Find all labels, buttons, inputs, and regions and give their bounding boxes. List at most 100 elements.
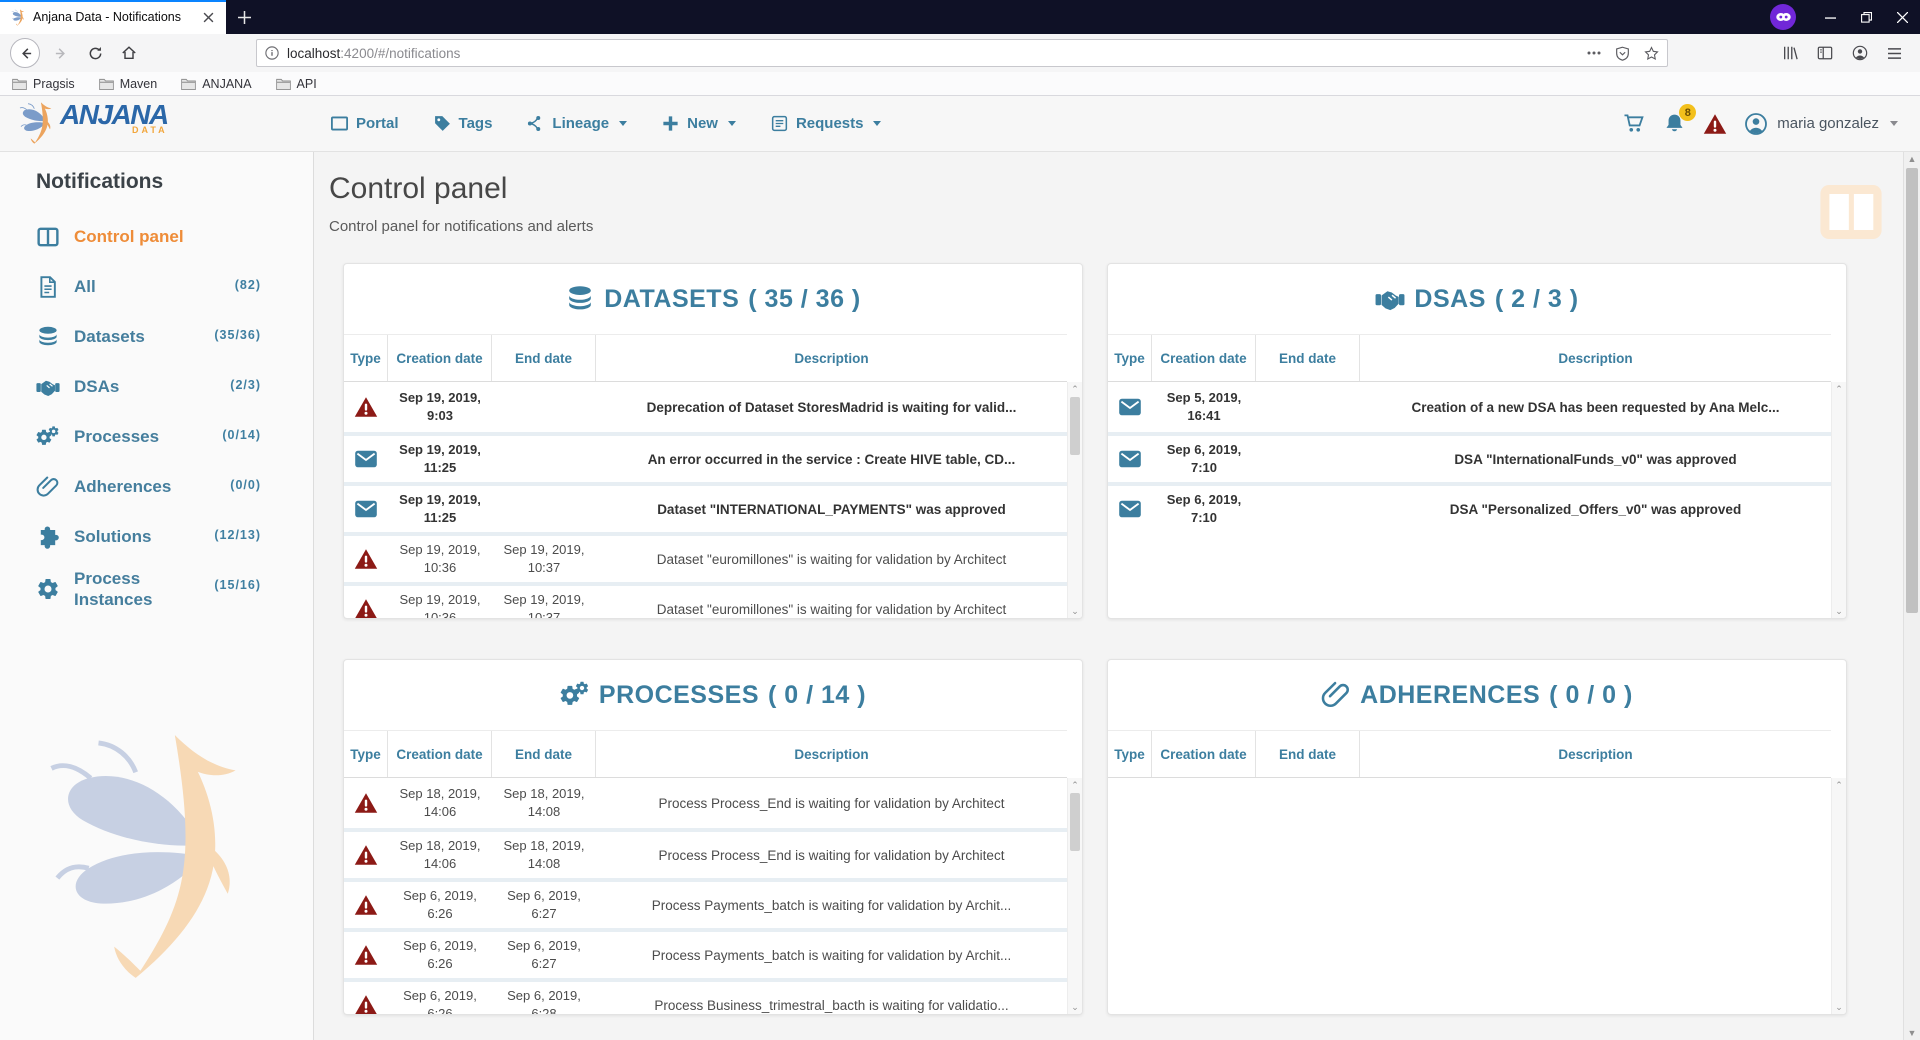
notification-row[interactable]: Sep 6, 2019, 6:26 Sep 6, 2019, 6:27 Proc… — [344, 878, 1067, 928]
creation-date: Sep 19, 2019, 11:25 — [388, 491, 492, 526]
nav-portal[interactable]: Portal — [330, 114, 399, 133]
card-scrollbar[interactable]: ⌃ ⌄ — [1831, 778, 1846, 1014]
reload-button[interactable] — [80, 38, 110, 68]
notification-row[interactable]: Sep 6, 2019, 7:10 DSA "Personalized_Offe… — [1108, 482, 1831, 532]
browser-toolbar: localhost:4200/#/notifications — [0, 34, 1920, 72]
bookmark-maven[interactable]: Maven — [99, 77, 158, 91]
sidebar-item-adherences[interactable]: Adherences(0/0) — [0, 462, 313, 512]
notification-row[interactable]: Sep 6, 2019, 7:10 DSA "InternationalFund… — [1108, 432, 1831, 482]
scroll-up-icon[interactable]: ⌃ — [1832, 779, 1846, 791]
requests-icon — [770, 114, 789, 133]
account-icon[interactable] — [1852, 45, 1868, 61]
nav-tags[interactable]: Tags — [433, 114, 493, 133]
card-title: DATASETS — [604, 285, 739, 314]
user-avatar-icon[interactable] — [1744, 112, 1768, 136]
notification-description: Process Business_trimestral_bacth is wai… — [596, 998, 1067, 1013]
new-tab-button[interactable] — [226, 0, 262, 34]
sidebars-icon[interactable] — [1817, 45, 1833, 61]
scroll-down-icon[interactable]: ⌄ — [1068, 1001, 1082, 1013]
user-menu-caret-icon[interactable] — [1890, 121, 1898, 126]
scroll-up-icon[interactable]: ▲ — [1904, 153, 1920, 165]
url-text[interactable]: localhost:4200/#/notifications — [287, 46, 1587, 61]
end-date: Sep 6, 2019, 6:28 — [492, 987, 596, 1015]
item-count: (82) — [235, 278, 261, 292]
window-minimize-button[interactable] — [1812, 0, 1848, 34]
sidebar-item-solutions[interactable]: Solutions(12/13) — [0, 512, 313, 562]
paperclip-icon — [36, 475, 60, 499]
pocket-shield-icon[interactable] — [1615, 46, 1630, 61]
site-info-icon[interactable] — [265, 46, 279, 60]
nav-lineage[interactable]: Lineage — [526, 114, 627, 133]
puzzle-icon — [36, 525, 60, 549]
notification-row[interactable]: Sep 19, 2019, 11:25 Dataset "INTERNATION… — [344, 482, 1067, 532]
notification-row[interactable]: Sep 19, 2019, 10:36 Sep 19, 2019, 10:37 … — [344, 582, 1067, 619]
scroll-down-icon[interactable]: ⌄ — [1832, 605, 1846, 617]
sidebar-item-process-instances[interactable]: Process Instances(15/16) — [0, 562, 313, 617]
forward-button[interactable] — [46, 38, 76, 68]
bookmark-pragsis[interactable]: Pragsis — [12, 77, 75, 91]
notification-row[interactable]: Sep 19, 2019, 9:03 Deprecation of Datase… — [344, 382, 1067, 432]
library-icon[interactable] — [1782, 45, 1798, 61]
bookmark-star-icon[interactable] — [1644, 46, 1659, 61]
gear-icon — [36, 577, 60, 601]
panel-layout-icon — [1815, 176, 1887, 248]
notifications-bell-icon[interactable]: 8 — [1663, 112, 1686, 135]
bookmark-api[interactable]: API — [276, 77, 317, 91]
warning-icon — [354, 548, 378, 570]
page-scrollbar[interactable]: ▲ ▼ — [1903, 152, 1920, 1040]
card-datasets: DATASETS ( 35 / 36 ) Type Creation date … — [343, 263, 1083, 619]
scroll-up-icon[interactable]: ⌃ — [1068, 779, 1082, 791]
handshake-icon — [36, 375, 60, 399]
scroll-down-icon[interactable]: ⌄ — [1832, 1001, 1846, 1013]
lineage-icon — [526, 114, 545, 133]
page-actions-icon[interactable] — [1587, 51, 1601, 55]
folder-icon — [12, 78, 27, 90]
sidebar-item-processes[interactable]: Processes(0/14) — [0, 412, 313, 462]
card-scrollbar-thumb[interactable] — [1070, 793, 1080, 851]
tab-close-icon[interactable] — [199, 10, 218, 25]
nav-requests[interactable]: Requests — [770, 114, 882, 133]
sidebar-item-all[interactable]: All(82) — [0, 262, 313, 312]
sidebar-item-dsas[interactable]: DSAs(2/3) — [0, 362, 313, 412]
notification-row[interactable]: Sep 19, 2019, 11:25 An error occurred in… — [344, 432, 1067, 482]
notification-row[interactable]: Sep 19, 2019, 10:36 Sep 19, 2019, 10:37 … — [344, 532, 1067, 582]
notification-row[interactable]: Sep 18, 2019, 14:06 Sep 18, 2019, 14:08 … — [344, 778, 1067, 828]
card-scrollbar[interactable]: ⌃ ⌄ — [1067, 382, 1082, 618]
scroll-up-icon[interactable]: ⌃ — [1832, 383, 1846, 395]
window-restore-button[interactable] — [1848, 0, 1884, 34]
scroll-down-icon[interactable]: ⌄ — [1068, 605, 1082, 617]
user-name: maria gonzalez — [1777, 115, 1879, 132]
alerts-warning-icon[interactable] — [1703, 113, 1727, 135]
gears-icon — [560, 680, 590, 710]
browser-tab[interactable]: Anjana Data - Notifications — [0, 0, 226, 34]
anjana-logo[interactable]: ANJANA DATA — [16, 101, 168, 145]
notification-row[interactable]: Sep 5, 2019, 16:41 Creation of a new DSA… — [1108, 382, 1831, 432]
home-button[interactable] — [114, 38, 144, 68]
sidebar-item-datasets[interactable]: Datasets(35/36) — [0, 312, 313, 362]
caret-down-icon — [728, 121, 736, 126]
page-scrollbar-thumb[interactable] — [1906, 168, 1918, 613]
item-count: (2/3) — [230, 378, 261, 392]
page-title: Control panel — [329, 172, 507, 206]
menu-hamburger-icon[interactable] — [1887, 47, 1902, 60]
warning-icon — [354, 944, 378, 966]
notification-row[interactable]: Sep 6, 2019, 6:26 Sep 6, 2019, 6:27 Proc… — [344, 928, 1067, 978]
window-close-button[interactable] — [1884, 0, 1920, 34]
sidebar-item-control-panel[interactable]: Control panel — [0, 212, 313, 262]
scroll-up-icon[interactable]: ⌃ — [1068, 383, 1082, 395]
notification-row[interactable]: Sep 6, 2019, 6:26 Sep 6, 2019, 6:28 Proc… — [344, 978, 1067, 1015]
card-scrollbar-thumb[interactable] — [1070, 397, 1080, 455]
card-header: DSAS ( 2 / 3 ) — [1108, 264, 1846, 334]
container-mask-icon[interactable] — [1770, 4, 1796, 30]
url-bar[interactable]: localhost:4200/#/notifications — [256, 39, 1668, 67]
nav-new[interactable]: New — [661, 114, 736, 133]
card-scrollbar[interactable]: ⌃ ⌄ — [1831, 382, 1846, 618]
notification-row[interactable]: Sep 18, 2019, 14:06 Sep 18, 2019, 14:08 … — [344, 828, 1067, 878]
card-scrollbar[interactable]: ⌃ ⌄ — [1067, 778, 1082, 1014]
scroll-down-icon[interactable]: ▼ — [1904, 1027, 1920, 1039]
cart-icon[interactable] — [1623, 113, 1646, 134]
creation-date: Sep 6, 2019, 7:10 — [1152, 441, 1256, 476]
tab-title: Anjana Data - Notifications — [33, 10, 199, 24]
bookmark-anjana[interactable]: ANJANA — [181, 77, 251, 91]
back-button[interactable] — [10, 38, 40, 68]
